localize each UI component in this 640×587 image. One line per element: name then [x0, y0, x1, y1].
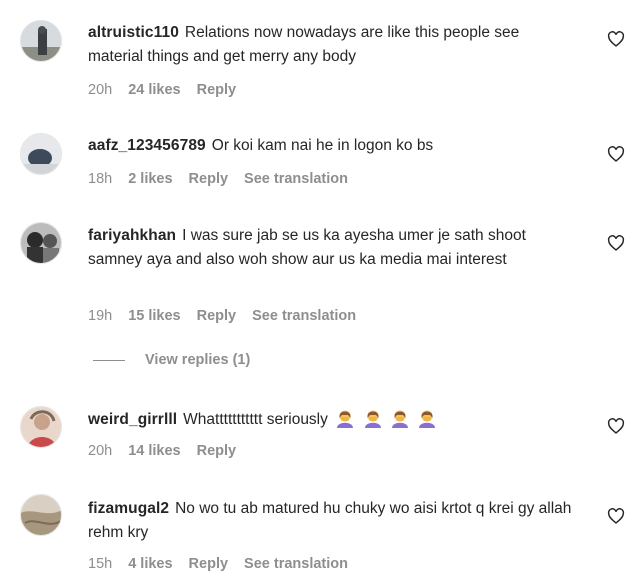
comment-time: 20h — [88, 82, 113, 98]
comment-text: Whattttttttttt seriously — [183, 411, 328, 428]
woman-facepalming-icon — [391, 410, 408, 428]
avatar[interactable] — [20, 406, 62, 448]
woman-facepalming-icon — [337, 410, 354, 428]
comment-time: 15h — [88, 556, 113, 572]
reply-button[interactable]: Reply — [197, 308, 237, 324]
comment-likes[interactable]: 15 likes — [128, 308, 180, 324]
view-replies-button[interactable]: View replies (1) — [93, 352, 250, 368]
comment-text: Or koi kam nai he in logon ko bs — [211, 137, 434, 154]
heart-icon[interactable] — [607, 508, 625, 524]
divider — [93, 359, 125, 361]
woman-facepalming-icon — [364, 410, 381, 428]
reply-button[interactable]: Reply — [197, 82, 237, 98]
comment-time: 20h — [88, 443, 113, 459]
avatar[interactable] — [20, 133, 62, 175]
avatar[interactable] — [20, 494, 62, 536]
comment-username[interactable]: fariyahkhan — [88, 227, 176, 244]
comment-username[interactable]: aafz_123456789 — [88, 137, 206, 154]
comment-likes[interactable]: 14 likes — [128, 443, 180, 459]
heart-icon[interactable] — [607, 418, 625, 434]
comment-username[interactable]: altruistic110 — [88, 24, 179, 41]
comment-likes[interactable]: 4 likes — [128, 556, 172, 572]
comment-username[interactable]: weird_girrlll — [88, 411, 177, 428]
avatar[interactable] — [20, 20, 62, 62]
see-translation-link[interactable]: See translation — [252, 308, 356, 324]
heart-icon[interactable] — [607, 235, 625, 251]
comment-time: 18h — [88, 171, 113, 187]
comment-likes[interactable]: 2 likes — [128, 171, 172, 187]
comment-username[interactable]: fizamugal2 — [88, 500, 169, 517]
reply-button[interactable]: Reply — [189, 171, 229, 187]
reply-button[interactable]: Reply — [197, 443, 237, 459]
comment-time: 19h — [88, 308, 113, 324]
see-translation-link[interactable]: See translation — [244, 556, 348, 572]
reply-button[interactable]: Reply — [189, 556, 229, 572]
heart-icon[interactable] — [607, 31, 625, 47]
woman-facepalming-icon — [419, 410, 436, 428]
view-replies-label: View replies (1) — [145, 352, 251, 368]
facepalm-emoji-group — [332, 410, 437, 428]
heart-icon[interactable] — [607, 146, 625, 162]
see-translation-link[interactable]: See translation — [244, 171, 348, 187]
avatar[interactable] — [20, 222, 62, 264]
comment-likes[interactable]: 24 likes — [128, 82, 180, 98]
